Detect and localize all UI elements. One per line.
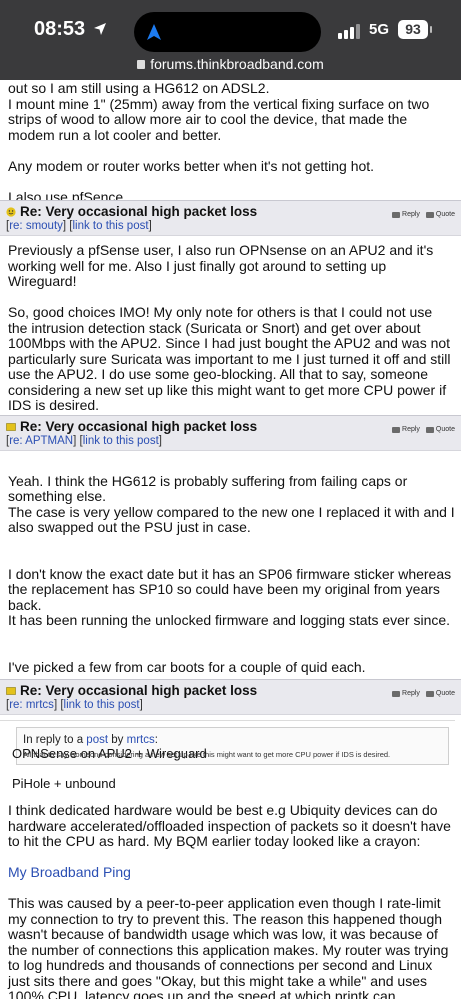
- quote-header: In reply to a post by mrtcs:: [23, 734, 158, 746]
- post-links: [re: mrtcs] [link to this post]: [6, 699, 143, 711]
- post-paragraph: So, good choices IMO! My only note for o…: [8, 304, 451, 413]
- post-header: Re: Very occasional high packet loss [re…: [0, 200, 461, 236]
- reply-to-link[interactable]: re: APTMAN: [9, 435, 73, 447]
- post-body: out so I am still using a HG612 on ADSL2…: [0, 80, 461, 204]
- post-line: I mount mine 1" (25mm) away from the ver…: [8, 95, 430, 143]
- smiley-icon: [6, 206, 16, 217]
- post-paragraph: I've picked a few from car boots for a c…: [8, 658, 366, 675]
- post-icon: [6, 422, 16, 431]
- bqm-link[interactable]: My Broadband Ping: [8, 864, 455, 881]
- reply-to-link[interactable]: re: smouty: [9, 220, 63, 232]
- network-type: 5G: [369, 21, 390, 38]
- post-body: I think dedicated hardware would be best…: [0, 765, 461, 999]
- quote-button[interactable]: Quote: [425, 211, 455, 218]
- post-title: Re: Very occasional high packet loss: [20, 683, 258, 698]
- post-title: Re: Very occasional high packet loss: [20, 419, 258, 434]
- location-arrow-icon: [94, 23, 106, 35]
- quote-icon: [425, 211, 434, 218]
- reply-to-link[interactable]: re: mrtcs: [9, 699, 54, 711]
- url-text: forums.thinkbroadband.com: [150, 56, 324, 72]
- post-title: Re: Very occasional high packet loss: [20, 204, 258, 219]
- reply-button[interactable]: Reply: [392, 690, 420, 697]
- permalink[interactable]: link to this post: [64, 699, 140, 711]
- post-actions: Reply Quote: [392, 211, 455, 218]
- post-paragraph: I think dedicated hardware would be best…: [8, 802, 451, 849]
- post-paragraph: This was caused by a peer-to-peer applic…: [8, 895, 449, 999]
- post-body: Yeah. I think the HG612 is probably suff…: [0, 451, 461, 791]
- reply-button[interactable]: Reply: [392, 211, 420, 218]
- navigation-arrow-icon: [147, 24, 161, 40]
- battery-tip: [430, 26, 432, 33]
- quoted-author-link[interactable]: mrtcs: [127, 734, 155, 746]
- permalink[interactable]: link to this post: [72, 220, 148, 232]
- post-paragraph: Yeah. I think the HG612 is probably suff…: [8, 472, 455, 535]
- post-header: Re: Very occasional high packet loss [re…: [0, 679, 461, 715]
- thread-content: out so I am still using a HG612 on ADSL2…: [0, 80, 461, 999]
- post-paragraph: Previously a pfSense user, I also run OP…: [8, 242, 434, 289]
- quote-button[interactable]: Quote: [425, 690, 455, 697]
- post-links: [re: APTMAN] [link to this post]: [6, 435, 162, 447]
- quoted-post-link[interactable]: post: [86, 734, 108, 746]
- cellular-signal-icon: [338, 23, 360, 39]
- quote-button[interactable]: Quote: [425, 426, 455, 433]
- permalink[interactable]: link to this post: [83, 435, 159, 447]
- status-time: 08:53: [34, 18, 86, 40]
- reply-icon: [392, 690, 401, 697]
- reply-button[interactable]: Reply: [392, 426, 420, 433]
- post-header: Re: Very occasional high packet loss [re…: [0, 415, 461, 451]
- lock-icon: [137, 60, 146, 69]
- post-icon: [6, 686, 16, 695]
- battery-icon: 93: [398, 20, 428, 39]
- post-body: Previously a pfSense user, I also run OP…: [0, 236, 461, 415]
- reply-icon: [392, 211, 401, 218]
- post-links: [re: smouty] [link to this post]: [6, 220, 152, 232]
- quote-icon: [425, 690, 434, 697]
- browser-chrome: 08:53 5G 93 forums.thinkbroadband.com: [0, 0, 461, 80]
- quote-text: All that to say, someone considering a n…: [23, 750, 391, 759]
- post-line: out so I am still using a HG612 on ADSL2…: [8, 80, 270, 96]
- quote-icon: [425, 426, 434, 433]
- post-line: Any modem or router works better when it…: [8, 157, 375, 174]
- address-bar[interactable]: forums.thinkbroadband.com: [0, 56, 461, 72]
- post-paragraph: I don't know the exact date but it has a…: [8, 565, 452, 628]
- post-actions: Reply Quote: [392, 690, 455, 697]
- reply-icon: [392, 426, 401, 433]
- post-actions: Reply Quote: [392, 426, 455, 433]
- dynamic-island: [134, 12, 321, 52]
